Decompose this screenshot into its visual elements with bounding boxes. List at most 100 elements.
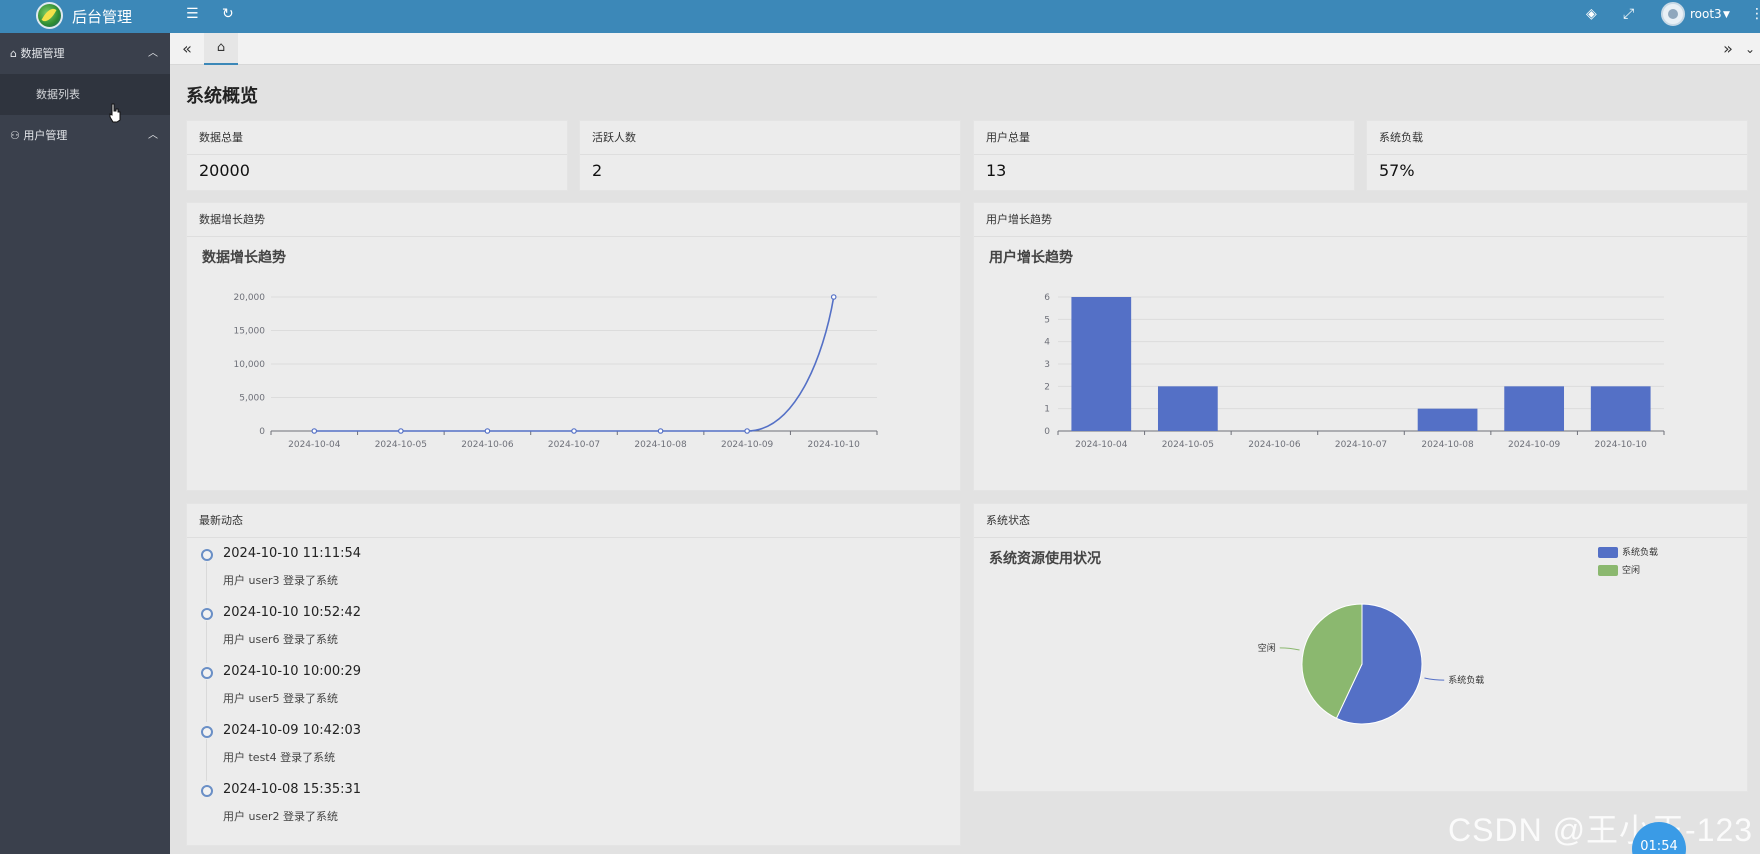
tag-icon[interactable]: ◈ bbox=[1586, 5, 1597, 23]
panel-title: 最新动态 bbox=[187, 504, 960, 538]
y-tick-label: 1 bbox=[1044, 405, 1050, 415]
chevron-down-icon[interactable]: ⌄ bbox=[1735, 33, 1760, 65]
sidebar: ⌂ 数据管理 ︿ 数据列表 ⚇ 用户管理 ︿ bbox=[0, 33, 170, 854]
stat-label: 用户总量 bbox=[974, 121, 1354, 155]
x-tick-label: 2024-10-04 bbox=[1075, 440, 1128, 450]
system-resource-pie-chart: 系统负载 空闲 bbox=[1258, 603, 1484, 725]
caret-down-icon[interactable]: ▼ bbox=[1723, 6, 1730, 24]
y-tick-label: 15,000 bbox=[234, 327, 266, 337]
timeline-text: 用户 user5 登录了系统 bbox=[223, 692, 338, 705]
tab-bar: « ⌂ » ⌄ bbox=[170, 33, 1760, 65]
y-tick-label: 4 bbox=[1044, 338, 1050, 348]
label-line bbox=[1424, 677, 1445, 681]
top-header: 后台管理 ☰ ↻ ◈ ⤢ root3 ▼ ⋮ bbox=[0, 0, 1760, 33]
timeline-dot bbox=[201, 726, 213, 738]
timeline-time: 2024-10-10 11:11:54 bbox=[223, 546, 362, 561]
bar bbox=[1504, 386, 1565, 431]
bar bbox=[1157, 386, 1218, 431]
x-tick-label: 2024-10-08 bbox=[634, 440, 687, 450]
user-growth-bar-chart: 0 1 2 3 4 5 6 2024-10-04 2024-10-05 2024-10-06 202… bbox=[1044, 293, 1665, 450]
sidebar-group-label: 数据管理 bbox=[20, 47, 65, 60]
tab-home[interactable]: ⌂ bbox=[204, 33, 238, 65]
x-tick-label: 2024-10-05 bbox=[375, 440, 427, 450]
timeline-dot bbox=[201, 667, 213, 679]
y-tick-label: 20,000 bbox=[234, 293, 266, 303]
timeline-connector bbox=[206, 680, 207, 722]
timeline-connector bbox=[206, 562, 207, 604]
stat-card-user-total: 用户总量 13 bbox=[973, 120, 1355, 191]
menu-toggle-icon[interactable]: ☰ bbox=[186, 5, 199, 23]
slice-label: 空闲 bbox=[1258, 642, 1276, 654]
data-point bbox=[571, 428, 577, 434]
chevron-up-icon: ︿ bbox=[148, 48, 158, 59]
x-tick-label: 2024-10-04 bbox=[288, 440, 341, 450]
panel-title: 系统状态 bbox=[974, 504, 1747, 538]
sidebar-item-label: 数据列表 bbox=[36, 88, 80, 101]
y-tick-label: 6 bbox=[1044, 293, 1050, 303]
refresh-icon[interactable]: ↻ bbox=[222, 5, 234, 23]
sidebar-group-data[interactable]: ⌂ 数据管理 ︿ bbox=[0, 33, 170, 74]
hand-cursor-icon bbox=[109, 103, 121, 123]
fullscreen-icon[interactable]: ⤢ bbox=[1623, 5, 1634, 23]
timeline-text: 用户 user6 登录了系统 bbox=[223, 633, 338, 646]
stat-card-active-users: 活跃人数 2 bbox=[579, 120, 961, 191]
bar bbox=[1590, 386, 1651, 431]
x-tick-label: 2024-10-05 bbox=[1162, 440, 1214, 450]
timeline-connector bbox=[206, 739, 207, 781]
user-growth-panel: 用户增长趋势 用户增长趋势 0 1 2 3 4 5 6 2024-10-04 2024-10-0… bbox=[973, 202, 1748, 491]
sidebar-group-users[interactable]: ⚇ 用户管理 ︿ bbox=[0, 115, 170, 156]
bar bbox=[1071, 297, 1132, 431]
stat-card-data-total: 数据总量 20000 bbox=[186, 120, 568, 191]
x-tick-label: 2024-10-10 bbox=[808, 440, 861, 450]
timeline-dot bbox=[201, 549, 213, 561]
more-vertical-icon[interactable]: ⋮ bbox=[1750, 5, 1760, 23]
y-tick-label: 10,000 bbox=[234, 360, 266, 370]
y-tick-label: 5,000 bbox=[239, 394, 265, 404]
stat-label: 活跃人数 bbox=[580, 121, 960, 155]
timeline-time: 2024-10-10 10:00:29 bbox=[223, 664, 362, 679]
y-tick-label: 0 bbox=[259, 427, 265, 437]
stat-value: 13 bbox=[986, 161, 1007, 180]
timeline-text: 用户 test4 登录了系统 bbox=[223, 751, 336, 764]
stat-value: 20000 bbox=[199, 161, 250, 180]
x-tick-label: 2024-10-07 bbox=[1335, 440, 1387, 450]
stat-label: 系统负载 bbox=[1367, 121, 1747, 155]
timeline-time: 2024-10-10 10:52:42 bbox=[223, 605, 362, 620]
x-tick-label: 2024-10-07 bbox=[548, 440, 600, 450]
timeline-time: 2024-10-09 10:42:03 bbox=[223, 723, 362, 738]
timeline-dot bbox=[201, 608, 213, 620]
brand-title: 后台管理 bbox=[72, 8, 133, 26]
stat-value: 2 bbox=[592, 161, 603, 180]
home-icon: ⌂ bbox=[10, 47, 17, 60]
watermark: CSDN @王小王-123 bbox=[1448, 812, 1754, 848]
x-tick-label: 2024-10-09 bbox=[1508, 440, 1561, 450]
panel-title: 用户增长趋势 bbox=[974, 203, 1747, 237]
y-tick-label: 5 bbox=[1044, 315, 1050, 325]
x-tick-label: 2024-10-06 bbox=[1248, 440, 1301, 450]
y-tick-label: 2 bbox=[1044, 382, 1050, 392]
sidebar-group-label: 用户管理 bbox=[23, 129, 68, 142]
y-tick-label: 0 bbox=[1044, 427, 1050, 437]
recent-activity-panel: 最新动态 2024-10-10 11:11:54 用户 user3 登录了系统 20… bbox=[186, 503, 961, 846]
logo bbox=[36, 2, 63, 29]
y-tick-label: 3 bbox=[1044, 360, 1050, 370]
page-title: 系统概览 bbox=[186, 86, 258, 107]
timeline-text: 用户 user3 登录了系统 bbox=[223, 574, 338, 587]
system-status-panel: 系统状态 系统资源使用状况 系统负载 空闲 系统负载 空闲 bbox=[973, 503, 1748, 792]
timeline-connector bbox=[206, 621, 207, 663]
home-icon: ⌂ bbox=[216, 40, 226, 55]
x-tick-label: 2024-10-08 bbox=[1421, 440, 1474, 450]
timeline-text: 用户 user2 登录了系统 bbox=[223, 810, 338, 823]
label-line bbox=[1279, 647, 1300, 651]
x-tick-label: 2024-10-10 bbox=[1595, 440, 1648, 450]
user-icon: ⚇ bbox=[10, 129, 20, 142]
data-growth-line-chart: 0 5,000 10,000 15,000 20,000 2024-10-04 2024-1… bbox=[234, 293, 878, 450]
activity-timeline: 2024-10-10 11:11:54 用户 user3 登录了系统 2024-10… bbox=[187, 546, 960, 841]
stat-value: 57% bbox=[1379, 161, 1415, 180]
x-tick-label: 2024-10-06 bbox=[461, 440, 514, 450]
sidebar-item-data-list[interactable]: 数据列表 bbox=[0, 74, 170, 115]
data-point bbox=[398, 428, 404, 434]
avatar[interactable] bbox=[1661, 2, 1685, 26]
tab-scroll-left-icon[interactable]: « bbox=[172, 33, 202, 65]
username[interactable]: root3 bbox=[1690, 7, 1722, 21]
